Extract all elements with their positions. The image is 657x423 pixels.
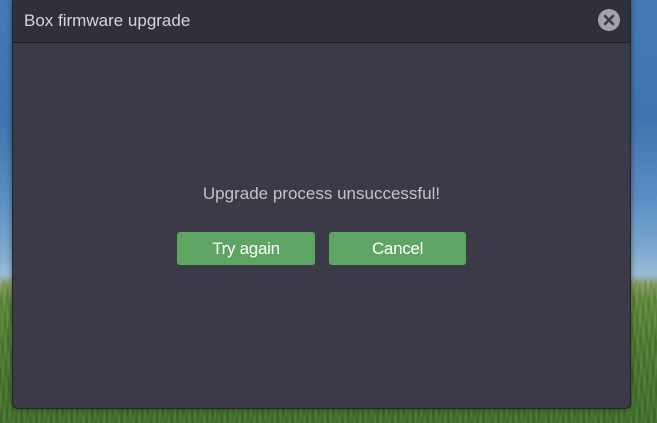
try-again-button[interactable]: Try again [177, 232, 315, 265]
close-icon [603, 14, 615, 26]
status-message: Upgrade process unsuccessful! [202, 184, 441, 203]
dialog-titlebar: Box firmware upgrade [13, 0, 630, 43]
close-button[interactable] [598, 9, 620, 31]
firmware-upgrade-dialog: Box firmware upgrade Upgrade process uns… [12, 0, 631, 409]
cancel-button[interactable]: Cancel [329, 232, 466, 265]
dialog-title: Box firmware upgrade [24, 11, 191, 30]
